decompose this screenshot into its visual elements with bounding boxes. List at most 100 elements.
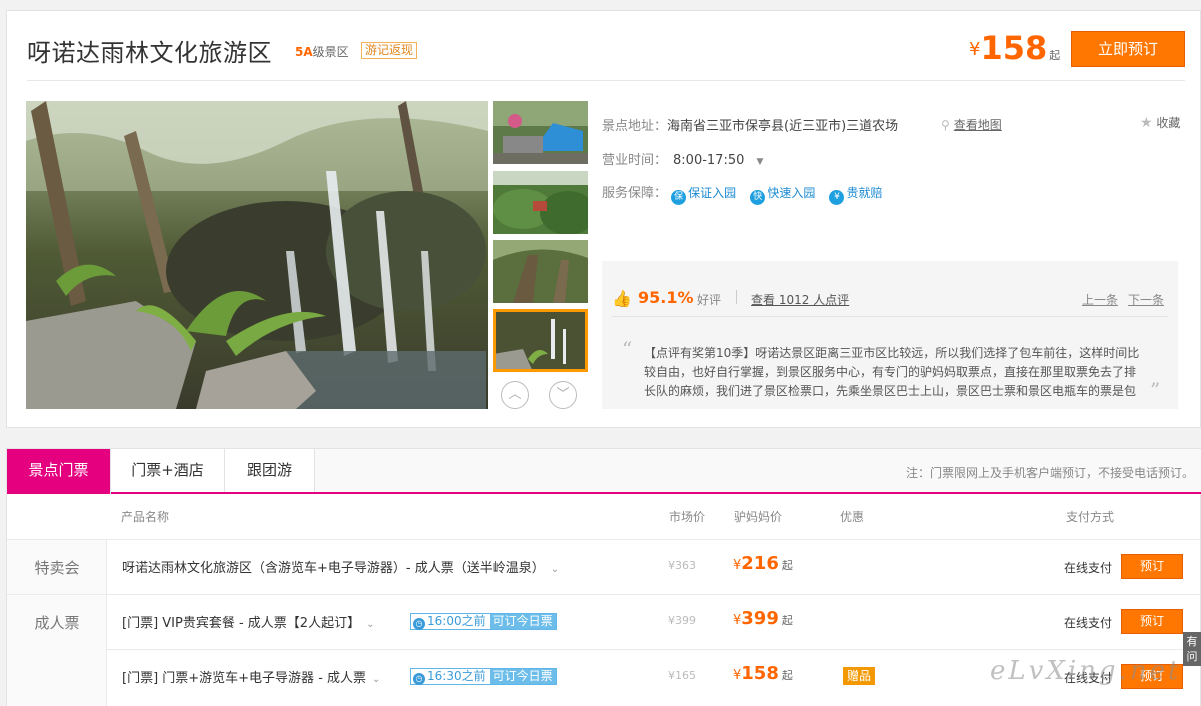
- lvmama-price: ¥158 起: [733, 663, 793, 684]
- product-name-text: [门票] 门票+游览车+电子导游器 - 成人票: [122, 671, 367, 686]
- thumbnail-forest[interactable]: [493, 171, 588, 234]
- service-guarantee-entry[interactable]: 保保证入园: [671, 186, 736, 205]
- shield-icon: 保: [671, 190, 687, 205]
- address-value: 海南省三亚市保亭县(近三亚市)三道农场: [667, 119, 899, 134]
- divider: [107, 649, 1201, 650]
- header-product-name: 产品名称: [121, 510, 170, 524]
- time-limit-text: 16:30之前: [427, 669, 486, 683]
- youji-cashback-badge[interactable]: 游记返现: [361, 42, 418, 59]
- price-suffix: 起: [781, 559, 793, 572]
- same-day-booking-tag: ◷ 16:00之前 可订今日票: [410, 613, 557, 630]
- price-suffix: 起: [1049, 49, 1061, 62]
- good-rate-percent: 95.1%: [638, 288, 694, 307]
- service-label-text: 贵就赔: [846, 186, 883, 200]
- book-now-button[interactable]: 立即预订: [1071, 31, 1185, 67]
- thumbnail-image: [493, 101, 588, 164]
- divider: [736, 290, 737, 304]
- same-day-booking-tag: ◷ 16:30之前 可订今日票: [410, 668, 557, 685]
- review-box: 👍 95.1% 好评 查看 1012 人点评 上一条 下一条 “ 【点评有奖第1…: [602, 261, 1178, 409]
- price-suffix: 起: [781, 669, 793, 682]
- price-number: 158: [741, 663, 779, 684]
- service-label-text: 快速入园: [767, 186, 816, 200]
- lvmama-price: ¥216 起: [733, 553, 793, 574]
- close-quote-icon: ”: [1150, 378, 1161, 402]
- header-payment: 支付方式: [1066, 510, 1115, 524]
- thumbnail-down-button[interactable]: ﹀: [549, 381, 577, 409]
- next-review-link[interactable]: 下一条: [1128, 291, 1164, 308]
- chevron-down-icon: ⌄: [372, 674, 381, 685]
- product-name-text: 呀诺达雨林文化旅游区（含游览车+电子导游器）- 成人票（送半岭温泉）: [122, 561, 545, 576]
- thumbnail-tent[interactable]: [493, 101, 588, 164]
- chevron-down-icon: ⌄: [366, 619, 375, 630]
- divider: [612, 316, 1168, 317]
- map-pin-icon: ⚲: [941, 118, 950, 132]
- open-quote-icon: “: [622, 337, 633, 361]
- service-label: 服务保障：: [602, 186, 668, 201]
- watermark: eLvXing.net: [990, 656, 1182, 686]
- yen-icon: ¥: [829, 190, 845, 205]
- good-rate-label: 好评: [697, 293, 722, 307]
- product-name-row-1[interactable]: 呀诺达雨林文化旅游区（含游览车+电子导游器）- 成人票（送半岭温泉） ⌄: [122, 557, 559, 576]
- payment-method: 在线支付: [1064, 616, 1113, 630]
- page-title: 呀诺达雨林文化旅游区: [27, 39, 272, 67]
- tab-scenic-tickets[interactable]: 景点门票: [7, 449, 111, 494]
- chevron-down-icon: ⌄: [550, 564, 560, 575]
- time-limit: ◷ 16:00之前: [411, 614, 490, 630]
- price-value: 158: [980, 29, 1048, 67]
- price-currency: ¥: [969, 39, 981, 60]
- market-price: ¥363: [668, 559, 696, 572]
- main-photo-waterfall[interactable]: [26, 101, 488, 409]
- service-row: 服务保障： 保保证入园 快快速入园 ¥ 贵就赔: [602, 182, 892, 205]
- scenic-level: 5A级景区: [295, 43, 349, 60]
- category-flash-sale: 特卖会: [34, 559, 80, 577]
- book-button-row-1[interactable]: 预订: [1121, 554, 1183, 579]
- side-question-tab[interactable]: 有问: [1183, 632, 1201, 666]
- product-name-text: [门票] VIP贵宾套餐 - 成人票【2人起订】: [122, 616, 361, 631]
- previous-review-link[interactable]: 上一条: [1082, 291, 1118, 308]
- hours-row: 营业时间： 8:00-17:50 ▼: [602, 149, 763, 168]
- tab-ticket-hotel[interactable]: 门票+酒店: [111, 449, 225, 492]
- hours-value: 8:00-17:50: [673, 153, 745, 168]
- favorite-label: 收藏: [1156, 116, 1181, 130]
- product-name-row-3[interactable]: [门票] 门票+游览车+电子导游器 - 成人票 ⌄: [122, 667, 380, 686]
- thumbnail-waterfall-selected[interactable]: [493, 309, 588, 372]
- gift-badge: 赠品: [843, 667, 876, 685]
- payment-method: 在线支付: [1064, 561, 1113, 575]
- service-price-guarantee[interactable]: ¥ 贵就赔: [829, 186, 883, 205]
- booking-note: 注：门票限网上及手机客户端预订，不接受电话预订。: [905, 466, 1194, 480]
- header-price: ¥158 起: [969, 29, 1060, 67]
- market-price: ¥165: [668, 669, 696, 682]
- fast-icon: 快: [750, 190, 766, 205]
- thumbnail-up-button[interactable]: ︿: [501, 381, 529, 409]
- thumbnail-banyan[interactable]: [493, 240, 588, 303]
- clock-icon: ◷: [413, 618, 425, 630]
- price-number: 216: [741, 553, 779, 574]
- product-name-row-2[interactable]: [门票] VIP贵宾套餐 - 成人票【2人起订】 ⌄: [122, 612, 374, 631]
- clock-icon: ◷: [413, 673, 425, 685]
- time-limit-text: 16:00之前: [427, 614, 486, 628]
- tab-group-tour[interactable]: 跟团游: [225, 449, 315, 492]
- thumbnail-image: [493, 240, 588, 303]
- waterfall-image: [26, 101, 488, 409]
- level-grade: 5A: [295, 45, 313, 59]
- today-ticket-label: 可订今日票: [489, 614, 556, 629]
- view-reviews-link[interactable]: 查看 1012 人点评: [751, 291, 849, 308]
- lvmama-price: ¥399 起: [733, 608, 793, 629]
- hours-label: 营业时间：: [602, 153, 668, 168]
- star-icon: ★: [1140, 115, 1153, 131]
- hours-dropdown-icon[interactable]: ▼: [757, 157, 764, 167]
- address-label: 景点地址：: [602, 119, 668, 134]
- header-promo: 优惠: [840, 510, 865, 524]
- view-map-link[interactable]: ⚲ 查看地图: [941, 116, 1002, 133]
- divider: [27, 80, 1185, 81]
- page: 呀诺达雨林文化旅游区 5A级景区 游记返现 ¥158 起 立即预订 ︿ ﹀ 景点…: [0, 0, 1201, 706]
- category-adult: 成人票: [34, 614, 80, 632]
- time-limit: ◷ 16:30之前: [411, 669, 490, 685]
- service-fast-entry[interactable]: 快快速入园: [750, 186, 816, 205]
- book-button-row-2[interactable]: 预订: [1121, 609, 1183, 634]
- favorite-button[interactable]: ★ 收藏: [1140, 114, 1180, 131]
- divider: [7, 594, 1201, 595]
- thumbnail-image: [493, 309, 588, 372]
- tab-bar: 景点门票 门票+酒店 跟团游 注：门票限网上及手机客户端预订，不接受电话预订。: [7, 449, 1201, 494]
- price-number: 399: [741, 608, 779, 629]
